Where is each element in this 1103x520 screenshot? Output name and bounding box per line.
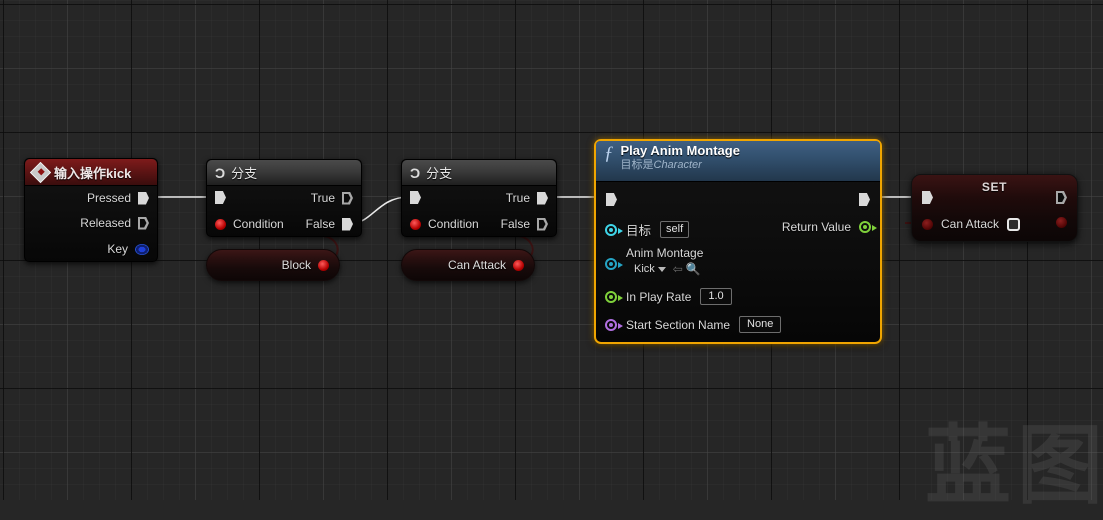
- exec-pin-icon[interactable]: [922, 191, 933, 204]
- pin-pressed[interactable]: Pressed: [87, 191, 149, 205]
- exec-pin-icon[interactable]: [138, 192, 149, 205]
- bool-pin-icon[interactable]: [1056, 217, 1067, 228]
- pin-exec-in[interactable]: [410, 191, 421, 204]
- watermark: 蓝图: [925, 416, 1103, 516]
- subtitle-prefix: 目标是: [620, 159, 654, 171]
- exec-pin-icon[interactable]: [410, 191, 421, 204]
- pin-exec-in[interactable]: [215, 191, 226, 204]
- pin-exec-in[interactable]: [922, 191, 933, 204]
- node-title: 分支: [426, 166, 453, 181]
- node-header: 输入操作kick: [25, 159, 157, 186]
- node-header: Ɔ 分支: [207, 160, 361, 186]
- search-icon[interactable]: 🔍: [686, 263, 701, 275]
- bool-return-pin-icon[interactable]: [859, 221, 877, 233]
- pin-label: Released: [80, 216, 131, 230]
- node-subtitle: 目标是Character: [621, 159, 740, 172]
- bool-pin-icon[interactable]: [513, 259, 524, 271]
- float-pin-icon[interactable]: [605, 290, 623, 303]
- start-section-name-field[interactable]: None: [739, 316, 782, 333]
- pin-true[interactable]: True: [311, 191, 353, 205]
- function-f-icon: ƒ: [604, 143, 614, 164]
- node-header: ƒ Play Anim Montage 目标是Character: [596, 141, 880, 182]
- node-branch-can-attack[interactable]: Ɔ 分支 Condition True False: [401, 159, 557, 237]
- pin-label: Anim Montage: [626, 246, 704, 260]
- pin-target[interactable]: 目标 self: [605, 220, 690, 239]
- pin-can-attack-out[interactable]: [1056, 217, 1067, 228]
- exec-pin-icon[interactable]: [537, 218, 548, 231]
- node-title: SET: [981, 180, 1008, 194]
- input-event-diamond-icon: [29, 161, 52, 183]
- exec-pin-icon[interactable]: [138, 217, 149, 230]
- node-title: Play Anim Montage: [620, 143, 740, 158]
- pin-false[interactable]: False: [501, 217, 548, 231]
- node-header: Ɔ 分支: [402, 160, 556, 186]
- pin-label: Can Attack: [941, 217, 1000, 231]
- branch-icon: Ɔ: [215, 164, 226, 181]
- node-set-can-attack[interactable]: SET Can Attack: [911, 174, 1078, 242]
- exec-pin-icon[interactable]: [537, 192, 548, 205]
- variable-label: Can Attack: [447, 258, 506, 272]
- pin-in-play-rate[interactable]: In Play Rate 1.0: [605, 288, 732, 305]
- pin-label: False: [305, 217, 335, 231]
- browse-back-icon[interactable]: ⇦: [673, 263, 683, 275]
- pin-exec-out[interactable]: [1056, 191, 1067, 204]
- bool-pin-icon[interactable]: [410, 218, 421, 230]
- chevron-down-icon[interactable]: [657, 266, 666, 272]
- pin-label: 目标: [626, 224, 652, 238]
- branch-icon: Ɔ: [410, 164, 421, 181]
- pin-return-value[interactable]: Return Value: [781, 220, 877, 234]
- exec-pin-icon[interactable]: [342, 218, 353, 231]
- in-play-rate-field[interactable]: 1.0: [700, 288, 732, 305]
- name-pin-icon[interactable]: [605, 318, 623, 331]
- bool-pin-icon[interactable]: [922, 218, 933, 230]
- node-play-anim-montage[interactable]: ƒ Play Anim Montage 目标是Character 目标 self…: [594, 139, 882, 344]
- struct-pin-icon[interactable]: [135, 243, 149, 255]
- exec-pin-icon[interactable]: [215, 191, 226, 204]
- pin-label: False: [500, 217, 530, 231]
- node-input-action-kick[interactable]: 输入操作kick Pressed Released Key: [24, 158, 158, 262]
- pin-false[interactable]: False: [306, 217, 353, 231]
- pin-label: In Play Rate: [626, 289, 692, 304]
- object-pin-icon[interactable]: [605, 258, 623, 270]
- node-title: 分支: [231, 166, 258, 181]
- pin-can-attack-in[interactable]: Can Attack: [922, 217, 1021, 231]
- object-pin-icon[interactable]: [605, 223, 623, 236]
- anim-montage-dropdown[interactable]: Kick ⇦ 🔍: [626, 263, 703, 275]
- pin-label: Return Value: [781, 220, 851, 234]
- pin-start-section-name[interactable]: Start Section Name None: [605, 316, 782, 333]
- pin-label: Start Section Name: [626, 317, 731, 332]
- pin-released[interactable]: Released: [80, 216, 149, 230]
- node-title: 输入操作kick: [54, 165, 132, 181]
- dropdown-value: Kick: [634, 263, 655, 275]
- pin-label: Condition: [428, 217, 479, 231]
- exec-pin-icon[interactable]: [1056, 191, 1067, 204]
- pin-label: True: [310, 191, 335, 205]
- target-value-field[interactable]: self: [660, 221, 690, 238]
- pin-label: Condition: [233, 217, 284, 231]
- pin-condition[interactable]: Condition: [215, 217, 284, 231]
- pin-key[interactable]: Key: [107, 242, 149, 256]
- bool-pin-icon[interactable]: [318, 259, 329, 271]
- pin-exec-in[interactable]: [606, 193, 617, 206]
- blueprint-graph-canvas[interactable]: 输入操作kick Pressed Released Key Ɔ 分支 Condi…: [0, 0, 1103, 516]
- node-get-can-attack[interactable]: Can Attack: [401, 249, 535, 281]
- can-attack-checkbox[interactable]: [1007, 217, 1021, 231]
- pin-label: Pressed: [86, 191, 131, 205]
- exec-pin-icon[interactable]: [606, 193, 617, 206]
- pin-true[interactable]: True: [506, 191, 548, 205]
- pin-label: True: [505, 191, 530, 205]
- pin-condition[interactable]: Condition: [410, 217, 479, 231]
- pin-exec-out[interactable]: [859, 193, 870, 206]
- node-branch-block[interactable]: Ɔ 分支 Condition True False: [206, 159, 362, 237]
- exec-pin-icon[interactable]: [342, 192, 353, 205]
- pin-anim-montage[interactable]: Anim Montage Kick ⇦ 🔍: [605, 246, 703, 275]
- pin-label: Key: [107, 242, 128, 256]
- variable-label: Block: [281, 258, 311, 272]
- node-get-block[interactable]: Block: [206, 249, 340, 281]
- subtitle-target: Character: [653, 159, 702, 171]
- bool-pin-icon[interactable]: [215, 218, 226, 230]
- exec-pin-icon[interactable]: [859, 193, 870, 206]
